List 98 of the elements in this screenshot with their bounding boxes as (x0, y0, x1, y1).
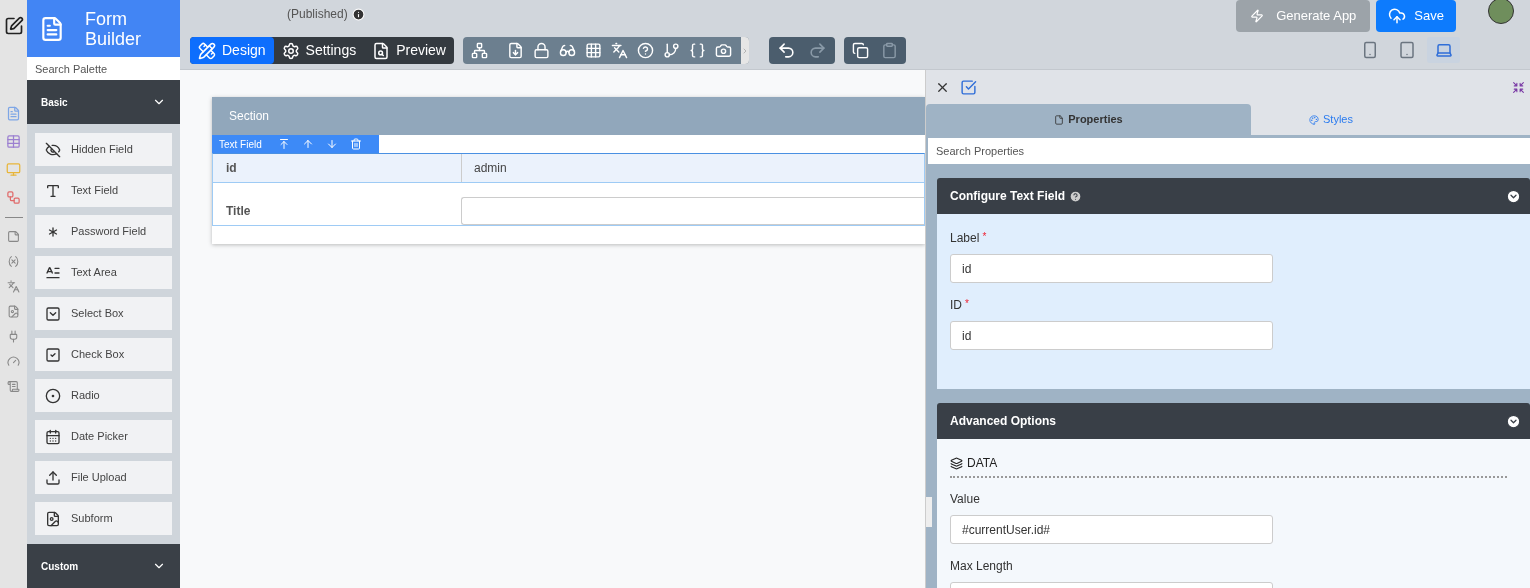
field-input[interactable] (461, 197, 924, 225)
section-header: Section (212, 97, 925, 135)
file-image-icon[interactable] (7, 305, 20, 318)
app-title: Form Builder (85, 8, 143, 49)
settings-icon (281, 41, 300, 60)
move-top-icon[interactable] (277, 138, 290, 150)
properties-tab[interactable]: Properties (926, 104, 1251, 135)
delete-icon[interactable] (349, 138, 362, 150)
field-label: Value (950, 491, 980, 508)
field-label: ID (950, 297, 962, 314)
scroll-icon[interactable] (7, 380, 20, 393)
required-mark: * (982, 230, 987, 244)
palette-item[interactable]: Text Area (35, 256, 172, 289)
cloud-upload-icon (1388, 7, 1407, 25)
mode-tab[interactable]: Preview (364, 37, 454, 64)
binoculars-icon[interactable] (559, 42, 576, 59)
undo-icon[interactable] (777, 41, 796, 60)
chevron-right-icon (741, 46, 749, 55)
field-type-icon (45, 182, 61, 199)
move-down-icon[interactable] (325, 138, 338, 150)
chevron-down-icon[interactable] (1506, 413, 1521, 429)
palette-item[interactable]: Subform (35, 502, 172, 535)
table-icon[interactable] (6, 134, 21, 149)
text-input[interactable]: #currentUser.id# (950, 515, 1273, 544)
resize-handle[interactable] (926, 497, 932, 527)
status-text: (Published) (287, 6, 348, 23)
palette-item[interactable]: Check Box (35, 338, 172, 371)
palette-item[interactable]: File Upload (35, 461, 172, 494)
check-square-icon[interactable] (960, 78, 977, 96)
field-type-icon (45, 510, 61, 527)
note-icon[interactable] (7, 230, 20, 243)
form-row[interactable]: Title (212, 183, 925, 226)
lightning-icon (1250, 9, 1265, 23)
field-type-icon (45, 428, 61, 445)
gauge-icon[interactable] (7, 355, 20, 368)
field-label: Title (225, 203, 252, 220)
search-field[interactable]: Search Properties (928, 138, 1530, 164)
field-label: Max Length (950, 558, 1013, 575)
palette-item[interactable]: Password Field (35, 215, 172, 248)
palette-item[interactable]: Radio (35, 379, 172, 412)
translate-icon[interactable] (611, 42, 628, 59)
field-type-icon (45, 346, 61, 363)
panel-title: Advanced Options (950, 413, 1056, 430)
search-field[interactable]: Search Palette (27, 57, 180, 80)
palette-item[interactable]: Date Picker (35, 420, 172, 453)
file-icon[interactable] (507, 42, 524, 59)
shrink-icon[interactable] (1512, 80, 1525, 94)
panel-header[interactable]: Configure Text Field (937, 178, 1530, 214)
mode-tab[interactable]: Settings (273, 37, 365, 64)
layers-icon (950, 456, 963, 470)
group-header[interactable]: Custom (27, 544, 180, 588)
palette-icon (1309, 114, 1319, 125)
field-type-icon (45, 387, 61, 404)
copy-icon[interactable] (852, 42, 869, 59)
hierarchy-icon[interactable] (471, 42, 488, 59)
plug-icon[interactable] (7, 330, 20, 343)
pencil-ruler-icon (198, 41, 216, 60)
avatar[interactable] (1488, 0, 1514, 24)
braces-icon[interactable] (689, 42, 706, 59)
tablet-icon (1397, 41, 1416, 59)
form-row[interactable]: id admin (212, 153, 925, 183)
required-mark: * (965, 297, 969, 311)
field-label: id (225, 160, 238, 177)
field-label: Label (950, 230, 980, 247)
workflow-icon[interactable] (6, 190, 21, 205)
palette-item[interactable]: Hidden Field (35, 133, 172, 166)
field-type-icon (45, 305, 61, 322)
translate-icon[interactable] (7, 280, 20, 293)
text-input[interactable]: id (950, 321, 1273, 350)
chevron-down-icon[interactable] (1506, 188, 1521, 204)
field-type-icon (45, 141, 61, 158)
group-header[interactable]: Basic (27, 80, 180, 124)
subheading: DATA (967, 455, 998, 472)
field-input[interactable]: admin (461, 154, 924, 182)
camera-icon[interactable] (715, 42, 732, 59)
preview-icon (372, 41, 391, 60)
mode-tab[interactable]: Design (190, 37, 274, 64)
palette-item[interactable]: Text Field (35, 174, 172, 207)
laptop-icon (1434, 41, 1453, 59)
move-up-icon[interactable] (301, 138, 314, 150)
field-type-icon (45, 264, 61, 281)
toolbar-label: Text Field (219, 137, 262, 152)
branch-icon[interactable] (663, 42, 680, 59)
field-type-icon (45, 469, 61, 486)
lock-icon[interactable] (533, 42, 550, 59)
file-icon (1054, 114, 1065, 125)
variable-icon[interactable] (7, 255, 20, 268)
edit-icon[interactable] (3, 16, 24, 36)
text-input[interactable]: id (950, 254, 1273, 283)
panel-header[interactable]: Advanced Options (937, 403, 1530, 439)
help-icon[interactable] (1069, 189, 1083, 203)
palette-item[interactable]: Select Box (35, 297, 172, 330)
info-icon[interactable] (351, 7, 365, 21)
grid-icon[interactable] (585, 42, 602, 59)
device-button[interactable] (1427, 37, 1460, 63)
panel-title: Configure Text Field (950, 188, 1066, 205)
document-icon[interactable] (6, 106, 21, 121)
save-button[interactable]: Save (1376, 0, 1456, 32)
